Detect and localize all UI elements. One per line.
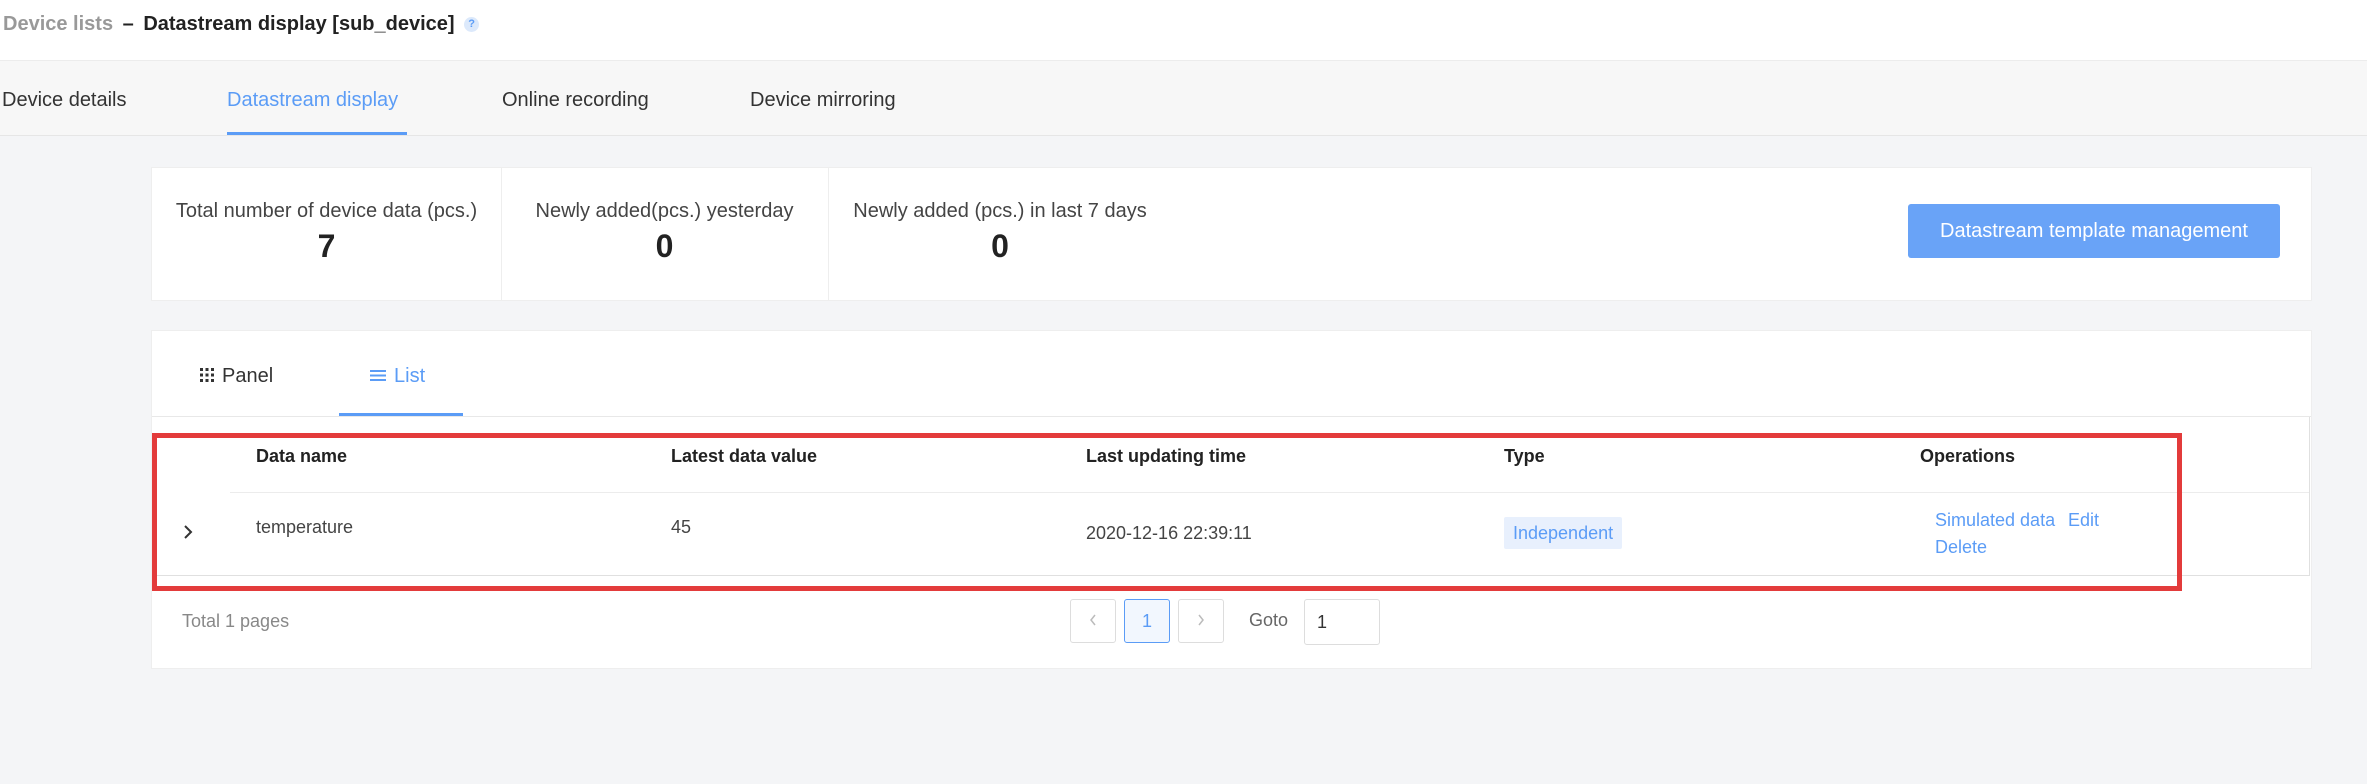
cell-last-updating-time: 2020-12-16 22:39:11 bbox=[1086, 523, 1252, 543]
cell-data-name: temperature bbox=[256, 517, 354, 537]
stats-card: Total number of device data (pcs.) 7 New… bbox=[151, 167, 2312, 301]
column-header-operations: Operations bbox=[1920, 446, 2016, 466]
tab-panel[interactable]: Panel bbox=[200, 365, 273, 388]
breadcrumb-separator: – bbox=[122, 13, 134, 35]
view-tabs: Panel List bbox=[152, 331, 2311, 417]
header-divider bbox=[230, 492, 2309, 493]
total-pages-text: Total 1 pages bbox=[182, 611, 290, 631]
stat-total-data: Total number of device data (pcs.) 7 bbox=[152, 168, 501, 300]
help-icon[interactable]: ? bbox=[464, 17, 480, 33]
list-icon bbox=[370, 365, 386, 388]
active-tab-indicator bbox=[227, 132, 407, 135]
page-title: Datastream display [sub_device] bbox=[143, 13, 455, 35]
stat-added-last-7-days: Newly added (pcs.) in last 7 days 0 bbox=[828, 168, 1172, 300]
breadcrumb-device-lists-link[interactable]: Device lists bbox=[3, 13, 113, 35]
stat-label: Newly added (pcs.) in last 7 days bbox=[853, 200, 1147, 222]
tab-list[interactable]: List bbox=[370, 365, 425, 388]
stat-value: 7 bbox=[317, 228, 336, 264]
stat-added-yesterday: Newly added(pcs.) yesterday 0 bbox=[501, 168, 828, 300]
stat-label: Newly added(pcs.) yesterday bbox=[535, 200, 794, 222]
goto-label: Goto bbox=[1249, 610, 1289, 630]
column-header-latest-value: Latest data value bbox=[671, 446, 818, 466]
simulated-data-link[interactable]: Simulated data bbox=[1935, 510, 2055, 531]
grid-icon bbox=[200, 365, 214, 388]
tab-device-details[interactable]: Device details bbox=[2, 89, 127, 112]
goto-page-input[interactable] bbox=[1304, 599, 1380, 645]
edit-link[interactable]: Edit bbox=[2068, 510, 2099, 531]
active-view-indicator bbox=[339, 413, 463, 416]
tab-list-label: List bbox=[394, 365, 426, 387]
chevron-right-icon[interactable] bbox=[182, 523, 194, 546]
prev-page-button[interactable] bbox=[1070, 599, 1116, 643]
column-header-data-name: Data name bbox=[256, 446, 348, 466]
column-header-type: Type bbox=[1504, 446, 1545, 466]
tab-panel-label: Panel bbox=[222, 365, 274, 387]
stat-label: Total number of device data (pcs.) bbox=[175, 200, 478, 222]
datastream-table: Data name Latest data value Last updatin… bbox=[152, 417, 2310, 576]
page-button-1[interactable]: 1 bbox=[1124, 599, 1170, 643]
tab-online-recording[interactable]: Online recording bbox=[502, 89, 649, 112]
breadcrumb: Device lists – Datastream display [sub_d… bbox=[3, 13, 480, 36]
stat-value: 0 bbox=[655, 228, 674, 264]
datastream-template-management-button[interactable]: Datastream template management bbox=[1908, 204, 2280, 258]
type-badge: Independent bbox=[1504, 517, 1623, 549]
device-tabs: Device details Datastream display Online… bbox=[0, 61, 2367, 136]
chevron-right-icon bbox=[1196, 610, 1206, 632]
tab-device-mirroring[interactable]: Device mirroring bbox=[750, 89, 896, 112]
next-page-button[interactable] bbox=[1178, 599, 1224, 643]
chevron-left-icon bbox=[1088, 610, 1098, 632]
delete-link[interactable]: Delete bbox=[1935, 537, 1987, 558]
page-header: Device lists – Datastream display [sub_d… bbox=[0, 0, 2367, 61]
tab-datastream-display[interactable]: Datastream display bbox=[227, 89, 398, 112]
column-header-last-updating-time: Last updating time bbox=[1086, 446, 1247, 466]
stat-value: 0 bbox=[991, 228, 1009, 264]
cell-latest-value: 45 bbox=[671, 517, 692, 537]
datastream-card: Panel List Data name Latest data value L… bbox=[151, 330, 2312, 669]
